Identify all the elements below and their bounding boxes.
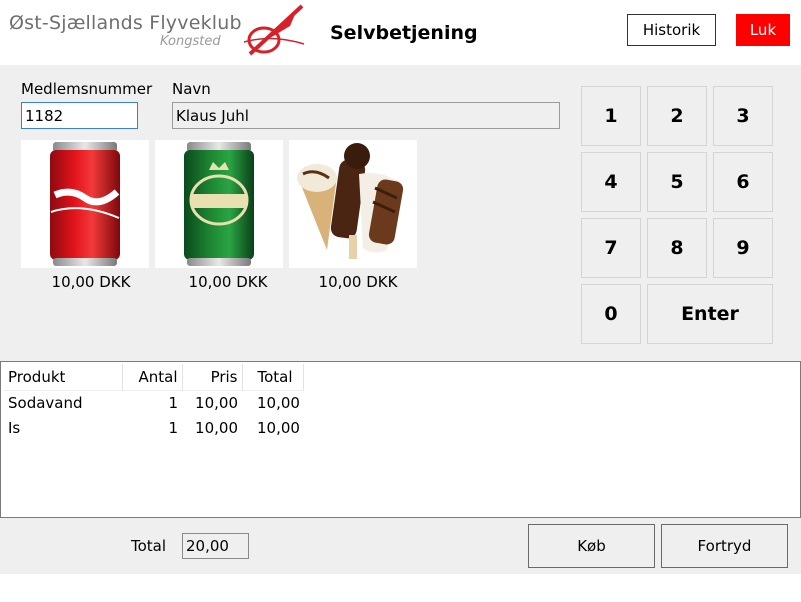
product-tuborg[interactable]	[155, 140, 283, 268]
product-price: 10,00 DKK	[318, 273, 398, 291]
name-field	[172, 102, 560, 129]
cancel-button[interactable]: Fortryd	[661, 524, 788, 568]
main-panel: Medlemsnummer Navn 1182 Klaus Juhl 10,00…	[0, 65, 801, 361]
column-header-total[interactable]: Total	[242, 364, 305, 391]
product-price: 10,00 DKK	[188, 273, 268, 291]
keypad-0[interactable]: 0	[581, 284, 641, 344]
ice-cream-icon	[297, 143, 404, 259]
order-list[interactable]: Produkt Antal Pris Total Sodavand 1 10,0…	[0, 361, 801, 518]
cell-price: 10,00	[195, 418, 238, 437]
club-logo-icon	[243, 4, 305, 56]
history-button[interactable]: Historik	[627, 14, 716, 46]
name-label: Navn	[172, 80, 211, 98]
page-title: Selvbetjening	[330, 22, 478, 44]
cell-product: Is	[8, 418, 21, 437]
cell-product: Sodavand	[8, 393, 83, 412]
keypad-3[interactable]: 3	[713, 86, 773, 146]
product-ice-cream[interactable]	[289, 140, 417, 268]
cell-total: 10,00	[257, 418, 300, 437]
keypad-6[interactable]: 6	[713, 152, 773, 212]
keypad-9[interactable]: 9	[713, 218, 773, 278]
cell-quantity: 1	[168, 418, 178, 437]
buy-button[interactable]: Køb	[528, 524, 655, 568]
cell-total: 10,00	[257, 393, 300, 412]
product-coca-cola[interactable]	[21, 140, 149, 268]
footer-panel: Total 20,00 Køb Fortryd	[0, 518, 801, 602]
column-header-quantity[interactable]: Antal	[122, 364, 183, 391]
cell-price: 10,00	[195, 393, 238, 412]
keypad-4[interactable]: 4	[581, 152, 641, 212]
tuborg-can-icon	[184, 142, 254, 266]
member-number-input[interactable]	[21, 102, 138, 129]
close-button[interactable]: Luk	[736, 14, 790, 46]
order-table: Produkt Antal Pris Total Sodavand 1 10,0…	[4, 364, 305, 440]
keypad-1[interactable]: 1	[581, 86, 641, 146]
table-row[interactable]: Is 1 10,00 10,00	[4, 415, 304, 440]
keypad-5[interactable]: 5	[647, 152, 707, 212]
club-name: Øst-Sjællands Flyveklub	[9, 12, 242, 34]
total-value-field: 20,00	[182, 533, 249, 559]
product-price: 10,00 DKK	[51, 273, 131, 291]
keypad-7[interactable]: 7	[581, 218, 641, 278]
bottom-strip	[0, 574, 801, 602]
keypad-8[interactable]: 8	[647, 218, 707, 278]
cell-quantity: 1	[168, 393, 178, 412]
coca-cola-can-icon	[50, 142, 120, 266]
column-header-product[interactable]: Produkt	[4, 364, 123, 391]
table-row[interactable]: Sodavand 1 10,00 10,00	[4, 390, 304, 415]
column-header-price[interactable]: Pris	[182, 364, 243, 391]
header-bar: Øst-Sjællands Flyveklub Kongsted Selvbet…	[0, 0, 801, 65]
table-header-row: Produkt Antal Pris Total	[4, 364, 305, 391]
keypad-enter[interactable]: Enter	[647, 284, 773, 344]
keypad-2[interactable]: 2	[647, 86, 707, 146]
member-number-label: Medlemsnummer	[21, 80, 153, 98]
club-location: Kongsted	[160, 34, 221, 49]
total-label: Total	[131, 537, 167, 555]
